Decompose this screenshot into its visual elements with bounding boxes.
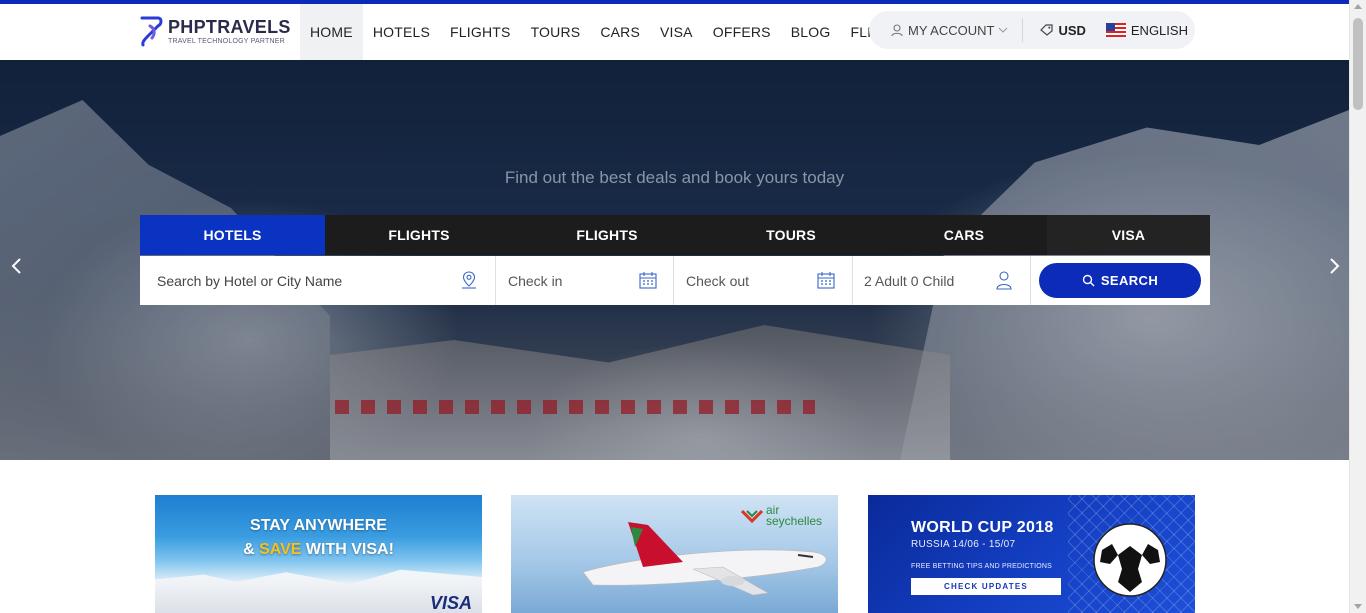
- account-divider: [1022, 18, 1024, 42]
- tag-icon: [1040, 24, 1054, 36]
- search-icon: [1082, 274, 1095, 287]
- nav-item-hotels[interactable]: HOTELS: [363, 4, 440, 60]
- currency-label: USD: [1058, 22, 1086, 38]
- carousel-next-icon[interactable]: [1324, 256, 1344, 276]
- nav-item-home[interactable]: HOME: [300, 4, 363, 60]
- logo-mark-icon: [140, 16, 163, 47]
- language-label: ENGLISH: [1130, 22, 1188, 38]
- promo-visa[interactable]: STAY ANYWHERE & SAVE WITH VISA! VISA: [155, 495, 482, 613]
- search-tabs: HOTELS FLIGHTS FLIGHTS TOURS CARS VISA: [140, 215, 1210, 255]
- promo-visa-headline: STAY ANYWHERE & SAVE WITH VISA!: [155, 514, 482, 562]
- checkout-placeholder: Check out: [686, 272, 750, 289]
- tab-flights[interactable]: FLIGHTS: [325, 215, 513, 255]
- search-button[interactable]: SEARCH: [1039, 263, 1201, 298]
- user-icon: [891, 23, 903, 36]
- search-button-label: SEARCH: [1100, 273, 1159, 288]
- world-cup-dates: RUSSIA 14/06 - 15/07: [911, 539, 1016, 550]
- promo-visa-line2-post: WITH VISA!: [301, 541, 394, 558]
- promo-air-seychelles[interactable]: air seychelles: [511, 495, 838, 613]
- nav-item-flights[interactable]: FLIGHTS: [440, 4, 521, 60]
- checkin-placeholder: Check in: [508, 272, 563, 289]
- nav-item-blog[interactable]: BLOG: [781, 4, 841, 60]
- scroll-down-icon[interactable]: [1354, 604, 1362, 609]
- site-logo[interactable]: PHPTRAVELS TRAVEL TECHNOLOGY PARTNER: [138, 14, 291, 48]
- city-search-placeholder: Search by Hotel or City Name: [157, 272, 343, 289]
- guests-selector[interactable]: 2 Adult 0 Child: [853, 256, 1031, 305]
- user-icon: [996, 271, 1012, 290]
- world-cup-title: WORLD CUP 2018: [911, 519, 1054, 536]
- nav-item-cars[interactable]: CARS: [590, 4, 650, 60]
- promo-world-cup[interactable]: WORLD CUP 2018 RUSSIA 14/06 - 15/07 FREE…: [868, 495, 1195, 613]
- calendar-icon: [817, 272, 835, 289]
- checkout-input[interactable]: Check out: [674, 256, 853, 305]
- calendar-icon: [639, 272, 657, 289]
- my-account-dropdown[interactable]: MY ACCOUNT: [891, 23, 1008, 38]
- brand-tagline: TRAVEL TECHNOLOGY PARTNER: [168, 37, 285, 45]
- city-search-input[interactable]: Search by Hotel or City Name: [140, 256, 496, 305]
- check-updates-button[interactable]: CHECK UPDATES: [911, 578, 1061, 595]
- nav-item-offers[interactable]: OFFERS: [703, 4, 781, 60]
- page-scrollbar[interactable]: [1349, 0, 1366, 613]
- site-header: PHPTRAVELS TRAVEL TECHNOLOGY PARTNER HOM…: [0, 4, 1349, 60]
- scroll-up-icon[interactable]: [1354, 4, 1362, 9]
- hotel-search-form: Search by Hotel or City Name Check in Ch…: [140, 256, 1210, 305]
- main-nav: HOME HOTELS FLIGHTS TOURS CARS VISA OFFE…: [300, 4, 921, 60]
- guests-value: 2 Adult 0 Child: [864, 272, 955, 289]
- promo-banners: STAY ANYWHERE & SAVE WITH VISA! VISA air…: [0, 495, 1349, 613]
- promo-visa-line2-pre: &: [243, 541, 260, 558]
- checkin-input[interactable]: Check in: [496, 256, 674, 305]
- promo-visa-save: SAVE: [259, 541, 302, 558]
- currency-selector[interactable]: USD: [1040, 22, 1086, 38]
- brand-name: PHPTRAVELS: [168, 16, 291, 37]
- hero-tagline: Find out the best deals and book yours t…: [504, 168, 845, 187]
- world-cup-tips: FREE BETTING TIPS AND PREDICTIONS: [911, 563, 1053, 570]
- account-bar: MY ACCOUNT USD ENGLISH: [869, 11, 1195, 49]
- promo-visa-line1: STAY ANYWHERE: [250, 517, 387, 534]
- visa-logo: VISA: [430, 593, 473, 613]
- carousel-prev-icon[interactable]: [7, 256, 27, 276]
- promo-visa-line2: & SAVE WITH VISA!: [155, 538, 482, 562]
- my-account-label: MY ACCOUNT: [908, 22, 995, 38]
- tab-tours[interactable]: TOURS: [701, 215, 881, 255]
- tab-cars[interactable]: CARS: [881, 215, 1047, 255]
- nav-item-tours[interactable]: TOURS: [521, 4, 591, 60]
- airplane-image: [582, 522, 827, 596]
- tab-flights-2[interactable]: FLIGHTS: [513, 215, 701, 255]
- language-selector[interactable]: ENGLISH: [1105, 22, 1188, 38]
- hero-banner: Find out the best deals and book yours t…: [0, 60, 1349, 460]
- nav-item-visa[interactable]: VISA: [650, 4, 703, 60]
- tab-hotels[interactable]: HOTELS: [140, 215, 325, 255]
- scrollbar-thumb[interactable]: [1353, 18, 1363, 110]
- us-flag-icon: [1105, 23, 1126, 37]
- map-pin-icon: [462, 271, 476, 289]
- chevron-down-icon: [999, 27, 1008, 33]
- soccer-ball-icon: [1093, 523, 1167, 597]
- tab-visa[interactable]: VISA: [1047, 215, 1210, 255]
